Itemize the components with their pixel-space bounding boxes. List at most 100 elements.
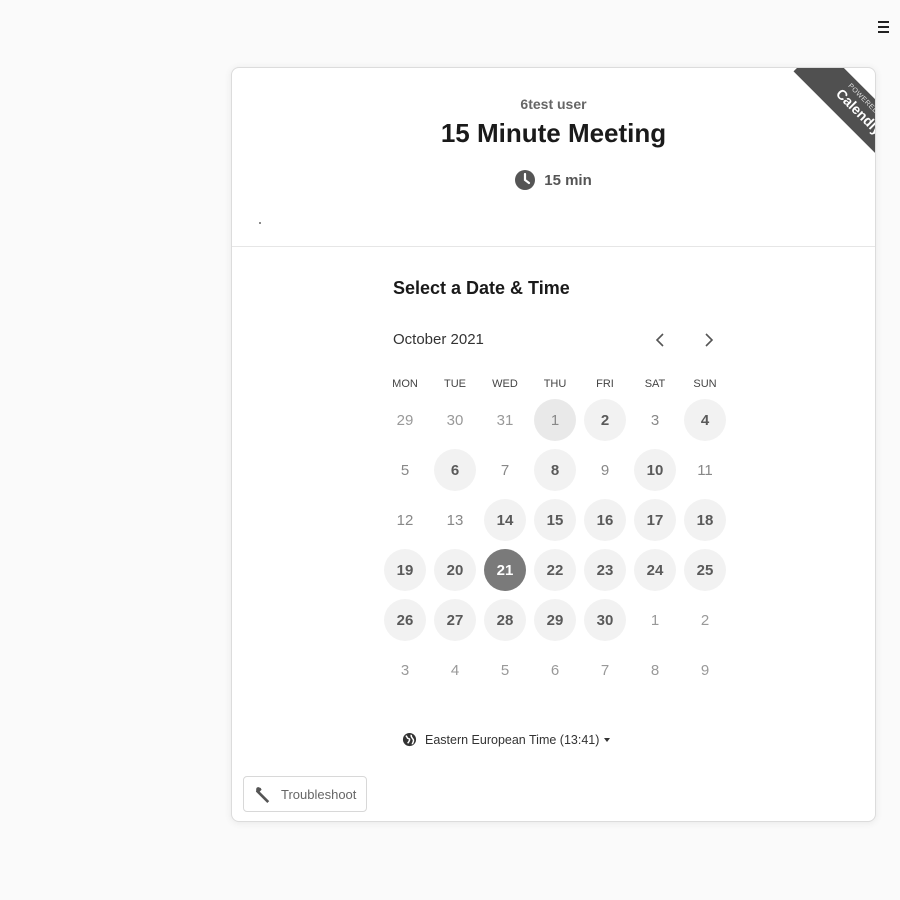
month-label: October 2021 xyxy=(393,331,484,348)
menu-icon[interactable] xyxy=(878,18,894,36)
day-cell: 5 xyxy=(480,645,530,695)
day-cell: 7 xyxy=(580,645,630,695)
day-button[interactable]: 4 xyxy=(684,399,726,441)
day-button[interactable]: 1 xyxy=(534,399,576,441)
day-cell: 2 xyxy=(580,395,630,445)
day-button[interactable]: 24 xyxy=(634,549,676,591)
day-button[interactable]: 20 xyxy=(434,549,476,591)
day-button[interactable]: 23 xyxy=(584,549,626,591)
day-cell: 15 xyxy=(530,495,580,545)
day-button[interactable]: 22 xyxy=(534,549,576,591)
day-cell: 8 xyxy=(630,645,680,695)
day-cell: 29 xyxy=(380,395,430,445)
day-label: 29 xyxy=(396,411,414,429)
day-cell: 3 xyxy=(630,395,680,445)
timezone-selector[interactable]: Eastern European Time (13:41) xyxy=(402,732,611,747)
troubleshoot-button[interactable]: Troubleshoot xyxy=(243,776,367,812)
day-cell: 9 xyxy=(680,645,730,695)
day-button[interactable]: 8 xyxy=(534,449,576,491)
day-button[interactable]: 10 xyxy=(634,449,676,491)
day-cell: 6 xyxy=(530,645,580,695)
day-label: 11 xyxy=(697,461,713,479)
day-button[interactable]: 14 xyxy=(484,499,526,541)
selected-day-button[interactable]: 21 xyxy=(484,549,526,591)
day-cell: 19 xyxy=(380,545,430,595)
globe-icon xyxy=(402,732,417,747)
day-cell: 13 xyxy=(430,495,480,545)
day-button[interactable]: 26 xyxy=(384,599,426,641)
weekday-label: SUN xyxy=(693,378,717,390)
day-button[interactable]: 16 xyxy=(584,499,626,541)
day-label: 6 xyxy=(550,661,560,679)
calendar-grid: 29 30 31 1 2 3 4 5 6 7 8 9 10 11 12 13 14 15 16 17 18 19 20 21 2… xyxy=(380,395,730,695)
day-button[interactable]: 29 xyxy=(534,599,576,641)
day-button[interactable]: 6 xyxy=(434,449,476,491)
next-month-button[interactable] xyxy=(699,330,719,350)
day-label: 13 xyxy=(446,511,464,529)
day-button[interactable]: 25 xyxy=(684,549,726,591)
wrench-icon xyxy=(255,786,270,803)
day-button[interactable]: 27 xyxy=(434,599,476,641)
section-title: Select a Date & Time xyxy=(393,278,570,298)
weekday-label: WED xyxy=(492,378,518,390)
day-button[interactable]: 28 xyxy=(484,599,526,641)
day-cell: 8 xyxy=(530,445,580,495)
chevron-left-icon xyxy=(655,333,664,347)
day-button[interactable]: 19 xyxy=(384,549,426,591)
weekday-header: MON TUE WED THU FRI SAT SUN xyxy=(380,378,730,390)
clock-icon xyxy=(515,170,536,190)
day-label: 7 xyxy=(600,661,610,679)
booking-card: POWERED BY Calendly 6test user 15 Minute… xyxy=(231,67,876,822)
chevron-right-icon xyxy=(705,333,714,347)
day-cell: 30 xyxy=(580,595,630,645)
day-label: 9 xyxy=(600,461,610,479)
day-cell: 14 xyxy=(480,495,530,545)
weekday-label: MON xyxy=(392,378,418,390)
day-label: 5 xyxy=(500,661,510,679)
weekday-label: THU xyxy=(543,378,567,390)
day-cell: 23 xyxy=(580,545,630,595)
day-cell: 4 xyxy=(430,645,480,695)
timezone-label: Eastern European Time (13:41) xyxy=(425,732,600,747)
event-header: 6test user 15 Minute Meeting 15 min xyxy=(232,68,875,247)
weekday-label: FRI xyxy=(596,378,614,390)
day-cell: 6 xyxy=(430,445,480,495)
day-button[interactable]: 30 xyxy=(584,599,626,641)
day-cell: 20 xyxy=(430,545,480,595)
day-cell: 1 xyxy=(530,395,580,445)
day-cell: 7 xyxy=(480,445,530,495)
day-cell: 26 xyxy=(380,595,430,645)
day-cell: 22 xyxy=(530,545,580,595)
day-cell: 29 xyxy=(530,595,580,645)
day-cell: 28 xyxy=(480,595,530,645)
day-cell: 1 xyxy=(630,595,680,645)
host-name: 6test user xyxy=(520,96,587,112)
day-label: 1 xyxy=(650,611,660,629)
day-label: 3 xyxy=(650,411,660,429)
day-button[interactable]: 2 xyxy=(584,399,626,441)
weekday-label: SAT xyxy=(644,378,666,390)
day-button[interactable]: 15 xyxy=(534,499,576,541)
day-cell: 21 xyxy=(480,545,530,595)
event-duration: 15 min xyxy=(232,170,875,190)
day-label: 7 xyxy=(500,461,510,479)
day-cell: 24 xyxy=(630,545,680,595)
day-label: 8 xyxy=(650,661,660,679)
day-cell: 25 xyxy=(680,545,730,595)
day-label: 9 xyxy=(700,661,710,679)
day-label: 31 xyxy=(496,411,514,429)
day-button[interactable]: 18 xyxy=(684,499,726,541)
day-label: 30 xyxy=(446,411,464,429)
day-label: 4 xyxy=(450,661,460,679)
day-cell: 5 xyxy=(380,445,430,495)
day-label: 2 xyxy=(700,611,710,629)
day-cell: 17 xyxy=(630,495,680,545)
day-cell: 27 xyxy=(430,595,480,645)
previous-month-button[interactable] xyxy=(650,330,670,350)
day-cell: 18 xyxy=(680,495,730,545)
event-title: 15 Minute Meeting xyxy=(440,118,667,148)
day-cell: 10 xyxy=(630,445,680,495)
duration-label: 15 min xyxy=(544,171,592,189)
day-cell: 11 xyxy=(680,445,730,495)
day-button[interactable]: 17 xyxy=(634,499,676,541)
